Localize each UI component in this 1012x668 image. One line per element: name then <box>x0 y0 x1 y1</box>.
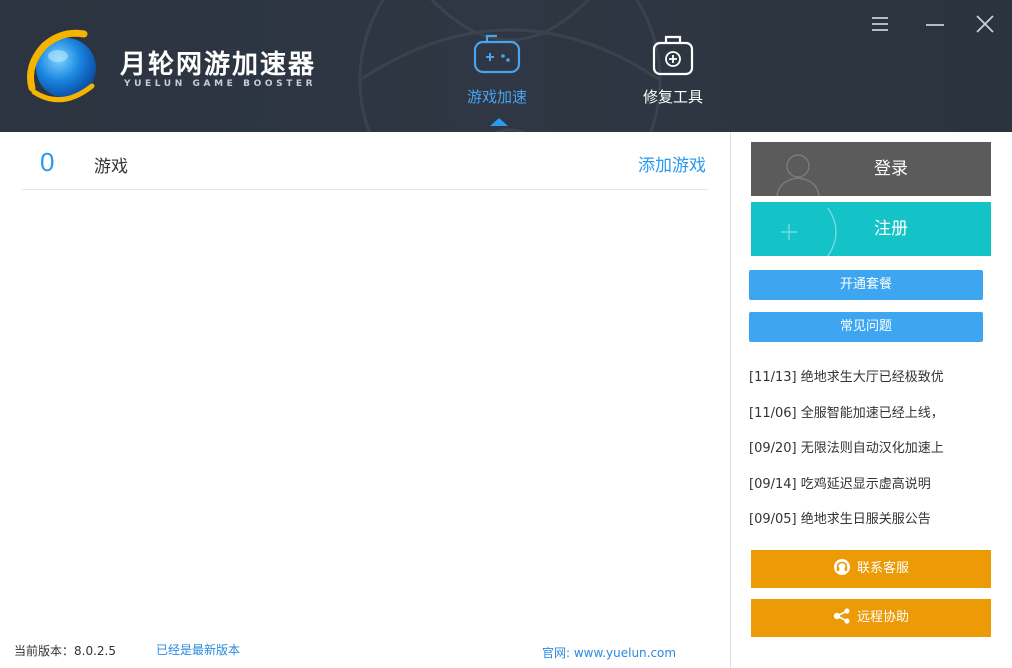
menu-icon[interactable] <box>868 12 892 36</box>
tab-repair-tools[interactable]: 修复工具 <box>628 34 718 130</box>
news-item[interactable]: [11/06] 全服智能加速已经上线， <box>749 396 1011 432</box>
gamepad-icon <box>473 34 521 74</box>
contact-support-button[interactable]: 联系客服 <box>751 550 991 588</box>
game-list-panel: 0 游戏 添加游戏 当前版本：8.0.2.5 已经是最新版本 官网: www.y… <box>0 132 730 668</box>
news-item[interactable]: [09/20] 无限法则自动汉化加速上 <box>749 431 1011 467</box>
official-site-link[interactable]: 官网: www.yuelun.com <box>542 644 676 661</box>
account-sidebar: 登录 注册 开通套餐 常见问题 [11/13] 绝地求生大厅已经极致优 [11/… <box>730 132 1012 668</box>
login-button[interactable]: 登录 <box>751 142 991 196</box>
tab-label: 游戏加速 <box>466 88 527 106</box>
brand-tagline: YUELUN GAME BOOSTER <box>124 79 317 89</box>
current-version: 当前版本：8.0.2.5 <box>14 644 116 658</box>
tab-label: 修复工具 <box>642 88 703 106</box>
tab-game-acceleration[interactable]: 游戏加速 <box>452 34 542 130</box>
subscribe-package-button[interactable]: 开通套餐 <box>749 270 983 300</box>
add-game-link[interactable]: 添加游戏 <box>638 151 706 176</box>
active-tab-indicator <box>490 118 508 126</box>
news-item[interactable]: [09/05] 绝地求生日服关服公告 <box>749 502 1011 538</box>
logo-globe-icon <box>27 29 96 103</box>
login-label: 登录 <box>874 159 908 179</box>
game-list-header: 0 游戏 添加游戏 <box>22 132 708 190</box>
minimize-icon[interactable] <box>923 12 947 36</box>
news-item[interactable]: [09/14] 吃鸡延迟显示虚高说明 <box>749 467 1011 503</box>
brand-name: 月轮网游加速器 <box>120 50 317 80</box>
toolbox-icon <box>652 35 694 76</box>
share-icon <box>833 608 850 624</box>
news-item[interactable]: [11/13] 绝地求生大厅已经极致优 <box>749 360 1011 396</box>
faq-button[interactable]: 常见问题 <box>749 312 983 342</box>
game-count: 0 <box>40 147 55 177</box>
headset-icon <box>833 559 850 575</box>
close-icon[interactable] <box>973 12 997 36</box>
news-list: [11/13] 绝地求生大厅已经极致优 [11/06] 全服智能加速已经上线， … <box>749 360 1011 538</box>
game-list-title: 游戏 <box>94 157 128 177</box>
version-status-link[interactable]: 已经是最新版本 <box>156 641 240 658</box>
remote-assist-label: 远程协助 <box>856 610 909 625</box>
remote-assist-button[interactable]: 远程协助 <box>751 599 991 637</box>
title-bar: 月轮网游加速器 YUELUN GAME BOOSTER 游戏加速 修复工具 <box>0 0 1012 132</box>
register-label: 注册 <box>874 219 908 239</box>
contact-support-label: 联系客服 <box>856 561 909 576</box>
register-button[interactable]: 注册 <box>751 202 991 256</box>
